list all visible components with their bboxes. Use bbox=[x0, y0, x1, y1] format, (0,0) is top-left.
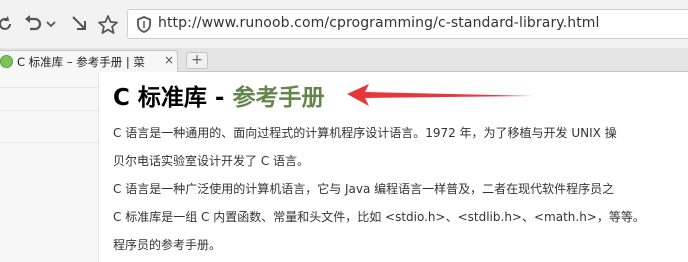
paragraph-line: C 语言是一种通用的、面向过程式的计算机程序设计语言。1972 年，为了移植与开… bbox=[113, 126, 617, 140]
left-sidebar bbox=[0, 72, 99, 262]
back-icon[interactable] bbox=[22, 12, 44, 36]
url-text: http://www.runoob.com/cprogramming/c-sta… bbox=[158, 15, 600, 31]
sidebar-divider bbox=[0, 87, 98, 88]
page-title-prefix: C 标准库 - bbox=[113, 85, 233, 111]
page-title-accent: 参考手册 bbox=[232, 85, 325, 111]
runoob-favicon-icon bbox=[0, 55, 13, 68]
close-icon[interactable]: × bbox=[164, 53, 174, 67]
shield-icon bbox=[136, 16, 152, 33]
address-bar[interactable]: http://www.runoob.com/cprogramming/c-sta… bbox=[127, 9, 688, 39]
browser-toolbar: http://www.runoob.com/cprogramming/c-sta… bbox=[0, 0, 688, 49]
paragraph-line: C 标准库是一组 C 内置函数、常量和头文件，比如 <stdio.h>、<std… bbox=[113, 210, 645, 224]
paragraph-line: C 语言是一种广泛使用的计算机语言，它与 Java 编程语言一样普及，二者在现代… bbox=[113, 182, 615, 196]
tab-title: C 标准库 – 参考手册 | 菜 bbox=[17, 55, 145, 69]
tab-strip: C 标准库 – 参考手册 | 菜 × + bbox=[0, 48, 688, 72]
annotation-arrow bbox=[347, 84, 533, 106]
chevron-down-icon[interactable] bbox=[44, 12, 58, 36]
reload-icon[interactable] bbox=[0, 12, 16, 36]
bookmark-star-icon[interactable] bbox=[97, 12, 119, 36]
page-title: C 标准库 - 参考手册 bbox=[113, 78, 324, 112]
sidebar-divider bbox=[0, 142, 98, 143]
new-tab-button[interactable]: + bbox=[186, 52, 208, 69]
tab-active[interactable]: C 标准库 – 参考手册 | 菜 × bbox=[0, 50, 178, 72]
paragraph-line: 贝尔电话实验室设计开发了 C 语言。 bbox=[113, 154, 310, 168]
minimize-icon[interactable] bbox=[69, 12, 91, 36]
paragraph-line: 程序员的参考手册。 bbox=[113, 238, 222, 252]
sidebar-divider bbox=[0, 110, 98, 111]
main-content: C 标准库 - 参考手册 C 语言是一种通用的、面向过程式的计算机程序设计语言。… bbox=[99, 72, 688, 262]
